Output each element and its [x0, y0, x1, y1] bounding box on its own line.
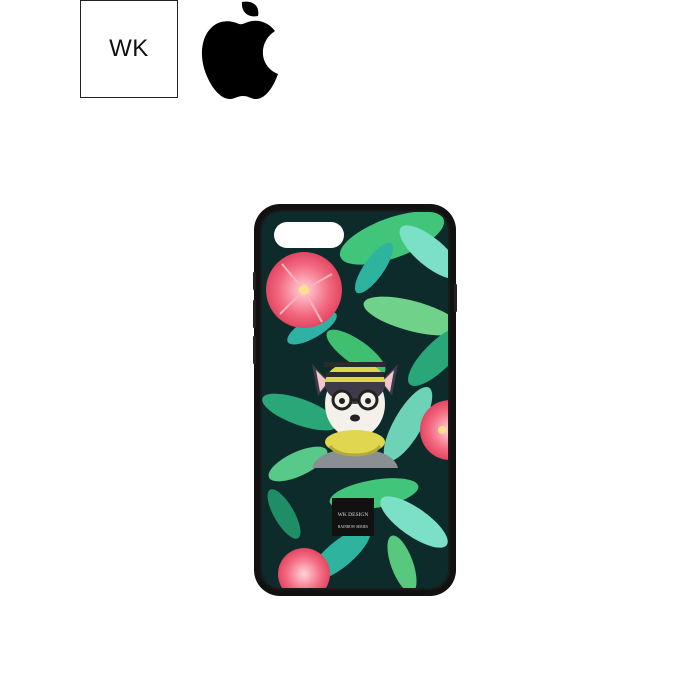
badge-subtitle: RAINBOW SERIES — [338, 525, 368, 529]
wk-brand-label: WK — [109, 35, 149, 62]
apple-logo-icon — [201, 1, 278, 100]
wk-design-badge: WK DESIGN RAINBOW SERIES — [332, 498, 374, 536]
badge-title: WK DESIGN — [338, 512, 369, 518]
phone-case-image: WK DESIGN RAINBOW SERIES — [253, 204, 457, 596]
wk-brand-logo: WK — [80, 0, 178, 98]
